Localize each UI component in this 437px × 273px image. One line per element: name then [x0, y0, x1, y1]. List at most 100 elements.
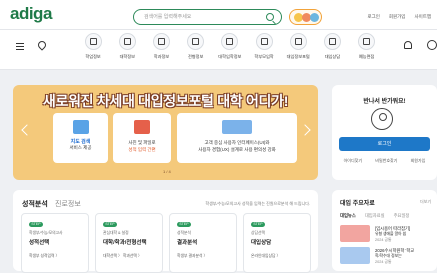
file-icon: [134, 120, 150, 134]
target-icon: [289, 33, 307, 50]
step-link[interactable]: 온라인대입상담 〉: [251, 254, 280, 259]
news-thumbnail: [340, 225, 370, 242]
building-icon: [118, 33, 136, 50]
nav-item-1[interactable]: 학업정보: [76, 33, 110, 60]
news-title: 대입 주요자료: [340, 201, 375, 207]
step-title: 결과분석: [177, 240, 198, 246]
nav-item-9[interactable]: 예능면접: [350, 33, 384, 60]
sitemap-link[interactable]: 사이트맵: [414, 14, 431, 20]
top-links: 로그인 회원가입 사이트맵: [367, 14, 431, 20]
step-card[interactable]: STEP 상담선택 대입상담 온라인대입상담 〉: [243, 213, 311, 273]
step-subtitle: 관심대학 & 설정: [103, 231, 129, 235]
chevron-right-icon[interactable]: [299, 124, 311, 136]
nav-item-8[interactable]: 대입상담: [315, 33, 349, 60]
step-link[interactable]: 학생부 결과분석 〉: [177, 254, 207, 259]
step-badge: STEP: [251, 222, 265, 227]
logo[interactable]: adiga: [10, 4, 52, 24]
banner-card-title: 사진 및 파일로: [128, 140, 156, 145]
tab-grade-analysis[interactable]: 성적분석: [22, 199, 48, 209]
character-icon: [310, 13, 319, 22]
tab-news[interactable]: 대입뉴스: [340, 213, 356, 219]
id-card-icon: [84, 33, 102, 50]
step-title: 성적선택: [29, 240, 50, 246]
step-title: 대학/학과/전형선택: [103, 240, 147, 246]
hero-banner[interactable]: 새로워진 차세대 대입정보포털 대학 어디가! 지도 검색 서비스 제공 사진 …: [13, 85, 318, 180]
grade-analysis-section: 성적분석 진로정보 학생부/수능/모의고사 성적을 입력는 진원으로분석 해 드…: [13, 190, 318, 273]
banner-card-subtitle: 사용자 경험(UX) 설계로 사용 편의성 강화: [198, 147, 276, 152]
main-nav: 학업정보 대학정보 학과정보 전형정보 대학입학정보 학부모입학 대입정보포털 …: [0, 30, 437, 70]
nav-item-label: 학업정보: [85, 54, 101, 59]
find-id-link[interactable]: 아이디찾기: [344, 158, 362, 164]
news-tabs: 대입뉴스 대입자료실 주요일정: [340, 213, 409, 219]
login-button[interactable]: 로그인: [339, 137, 430, 151]
nav-item-4[interactable]: 전형정보: [179, 33, 213, 60]
step-title: 대입상담: [251, 240, 272, 246]
document-icon: [152, 33, 170, 50]
nav-item-label: 대입정보포털: [286, 54, 310, 59]
tab-archive[interactable]: 대입자료실: [365, 213, 385, 219]
banner-card-map[interactable]: 지도 검색 서비스 제공: [53, 113, 108, 163]
tab-schedule[interactable]: 주요일정: [394, 213, 410, 219]
step-badge: STEP: [29, 222, 43, 227]
nav-item-7[interactable]: 대입정보포털: [281, 33, 315, 60]
banner-card-title: 지도 검색: [70, 139, 91, 145]
nav-item-label: 대입상담: [324, 54, 341, 59]
nav-items: 학업정보 대학정보 학과정보 전형정보 대학입학정보 학부모입학 대입정보포털 …: [76, 33, 384, 60]
menu-icon[interactable]: [16, 43, 24, 50]
step-badge: STEP: [177, 222, 191, 227]
step-badge: STEP: [103, 222, 117, 227]
login-link[interactable]: 로그인: [367, 14, 379, 20]
nav-item-6[interactable]: 학부모입학: [247, 33, 281, 60]
nav-item-label: 대학정보: [119, 54, 135, 59]
nav-item-2[interactable]: 대학정보: [110, 33, 144, 60]
news-panel: 대입 주요자료 더보기 대입뉴스 대입자료실 주요일정 [입시용어 따라잡기] …: [332, 190, 437, 271]
step-subtitle: 상담선택: [251, 231, 265, 235]
news-thumbnail: [340, 247, 370, 264]
banner-card-subtitle: 서비스 제공: [69, 145, 92, 150]
find-password-link[interactable]: 비밀번호찾기: [375, 158, 397, 164]
step-link[interactable]: 대학선택 〉 학과선택 〉: [103, 254, 142, 259]
news-item-date: 2024 공통: [375, 238, 392, 242]
banner-card-subtitle: 성적 입력 간편: [128, 147, 156, 152]
chevron-left-icon[interactable]: [21, 124, 33, 136]
banner-card-ui[interactable]: 고객 중심 사용자 인터페이스(UI)와 사용자 경험(UX) 설계로 사용 편…: [177, 113, 297, 163]
news-item[interactable]: [입시용어 따라잡기] 유형 생애을 알아 쉽 2024 공통: [340, 225, 437, 243]
bell-icon[interactable]: [404, 41, 412, 49]
banner-pager: 1 / 4: [163, 169, 171, 174]
nav-item-3[interactable]: 학과정보: [144, 33, 178, 60]
palette-icon: [358, 33, 376, 50]
news-item-date: 2024 공통: [375, 260, 392, 264]
tab-career-info[interactable]: 진로정보: [55, 199, 81, 209]
banner-title: 새로워진 차세대 대입정보포털 대학 어디가!: [42, 93, 289, 109]
signup-link[interactable]: 회원가입: [389, 14, 406, 20]
step-link[interactable]: 학생부 성적입력 〉: [29, 254, 59, 259]
news-item[interactable]: 2026수시학원학 '학교 학/학수대 정보는' 2024 공통: [340, 247, 437, 265]
user-icon[interactable]: [427, 40, 437, 50]
step-card[interactable]: STEP 관심대학 & 설정 대학/학과/전형선택 대학선택 〉 학과선택 〉: [95, 213, 163, 273]
step-card[interactable]: STEP 성적분석 결과분석 학생부 결과분석 〉: [169, 213, 237, 273]
signup-link[interactable]: 회원가입: [411, 158, 426, 164]
section-note: 학생부/수능/모의고사 성적을 입력는 진원으로분석 해 드립니다.: [205, 201, 310, 206]
top-bar: adiga 검색어를 입력해주세요 로그인 회원가입 사이트맵: [0, 0, 437, 30]
search-bar[interactable]: 검색어를 입력해주세요: [133, 9, 282, 25]
nav-item-5[interactable]: 대학입학정보: [213, 33, 247, 60]
news-item-subtitle: 학/학수대 정보는': [375, 254, 403, 258]
location-icon[interactable]: [36, 39, 48, 51]
more-link[interactable]: 더보기: [420, 199, 431, 205]
book-icon: [255, 33, 273, 50]
search-input[interactable]: 검색어를 입력해주세요: [144, 13, 191, 20]
promo-badge[interactable]: [289, 9, 322, 25]
greeting-text: 반나서 반가워요!: [363, 99, 406, 105]
banner-card-title: 고객 중심 사용자 인터페이스(UI)와: [204, 140, 270, 145]
nav-item-label: 예능면접: [358, 54, 375, 59]
banner-card-upload[interactable]: 사진 및 파일로 성적 입력 간편: [113, 113, 171, 163]
clipboard-icon: [187, 33, 205, 50]
account-links: 아이디찾기 비밀번호찾기 회원가입: [337, 158, 432, 164]
map-icon: [72, 120, 89, 134]
nav-item-label: 전형정보: [187, 54, 204, 59]
search-icon[interactable]: [266, 13, 274, 21]
step-card[interactable]: STEP 학생부/수능/모의고사 성적선택 학생부 성적입력 〉: [21, 213, 89, 273]
nav-item-label: 대학입학정보: [218, 54, 242, 59]
step-subtitle: 학생부/수능/모의고사: [29, 231, 63, 235]
chat-icon: [323, 33, 341, 50]
